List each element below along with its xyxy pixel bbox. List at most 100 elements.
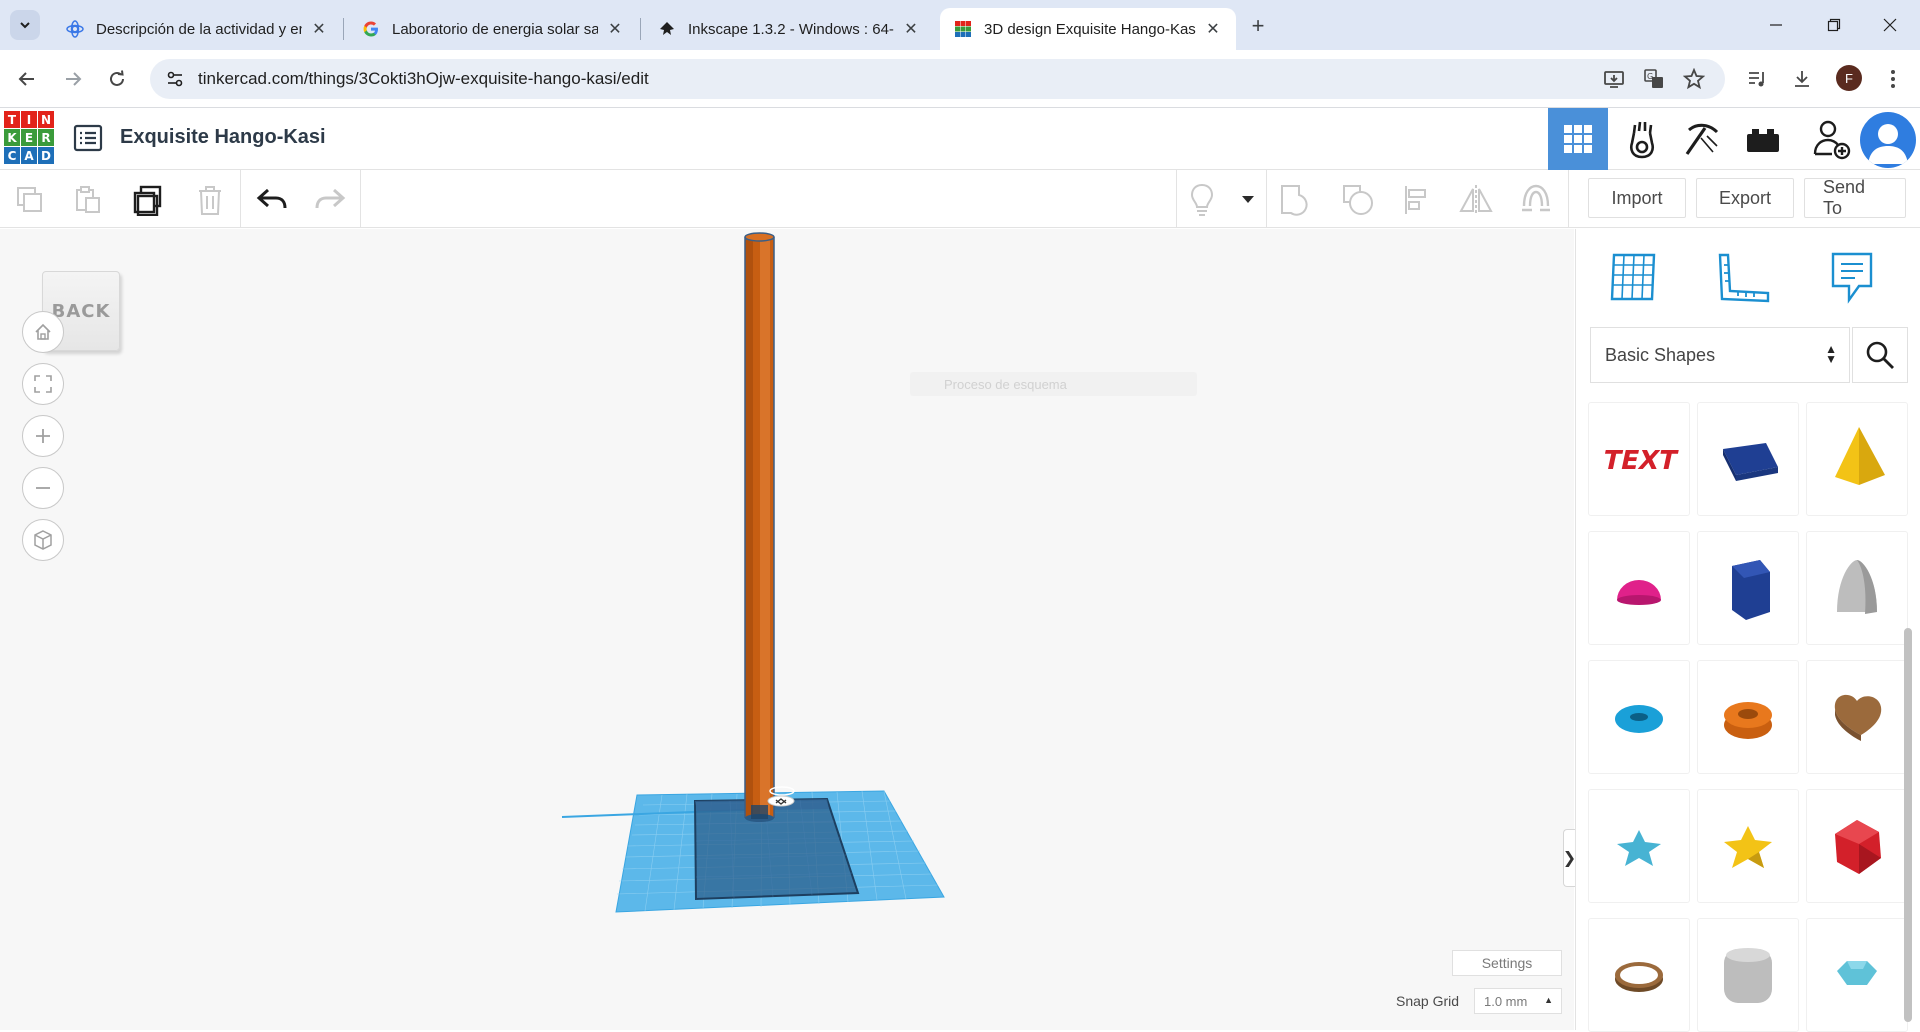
reload-button[interactable] — [100, 62, 134, 96]
trash-icon — [199, 186, 221, 215]
star-shape-tile[interactable] — [1588, 789, 1690, 903]
brick-mode-button[interactable] — [1672, 108, 1732, 170]
profile-avatar[interactable]: F — [1836, 65, 1862, 91]
browser-tab-1[interactable]: Descripción de la actividad y en ✕ — [52, 8, 342, 50]
tinkercad-logo[interactable]: TIN KER CAD — [4, 111, 56, 165]
browser-tab-2[interactable]: Laboratorio de energia solar sal ✕ — [348, 8, 638, 50]
3d-design-mode-button[interactable] — [1548, 108, 1608, 170]
browser-tab-4-active[interactable]: 3D design Exquisite Hango-Kas ✕ — [940, 8, 1236, 50]
close-tab-icon[interactable]: ✕ — [606, 20, 624, 38]
text-shape-tile[interactable]: TEXT — [1588, 402, 1690, 516]
ungroup-button[interactable] — [1340, 182, 1376, 218]
import-button[interactable]: Import — [1588, 178, 1686, 218]
inkscape-icon — [658, 20, 676, 38]
polygon-shape-tile[interactable] — [1697, 531, 1799, 645]
site-info-icon[interactable] — [160, 64, 190, 94]
minimize-button[interactable] — [1746, 0, 1806, 50]
heart-shape-tile[interactable] — [1806, 660, 1908, 774]
close-window-button[interactable] — [1860, 0, 1920, 50]
icosahedron-shape-tile[interactable] — [1806, 789, 1908, 903]
torus-shape-icon — [1615, 705, 1663, 733]
3d-scene[interactable] — [0, 229, 1574, 1030]
panel-scrollbar[interactable] — [1904, 628, 1912, 1022]
bookmark-star-icon[interactable] — [1681, 66, 1707, 92]
rounded-cube-shape-icon — [1724, 948, 1772, 1003]
paraboloid-shape-icon — [1837, 560, 1877, 614]
shape-category-select[interactable]: Basic Shapes ▲ ▼ — [1590, 327, 1850, 383]
grid-icon — [1564, 125, 1592, 153]
workplane-grid-icon — [1610, 253, 1656, 301]
restore-button[interactable] — [1804, 0, 1864, 50]
chevron-down-icon — [20, 22, 30, 29]
snap-grid-select[interactable]: 1.0 mm ▲ — [1474, 988, 1562, 1014]
close-tab-icon[interactable]: ✕ — [310, 20, 328, 38]
tab-title: 3D design Exquisite Hango-Kas — [984, 20, 1196, 38]
half-sphere-shape-tile[interactable] — [1588, 531, 1690, 645]
blocks-mode-button[interactable] — [1612, 108, 1672, 170]
redo-button[interactable] — [312, 182, 348, 218]
logo-letter: N — [38, 111, 54, 128]
cylinder-pole-shape[interactable] — [744, 232, 775, 822]
url-field[interactable]: tinkercad.com/things/3Cokti3hOjw-exquisi… — [150, 59, 1725, 99]
workplane-viewport[interactable]: BACK Proceso de esquema ❯ Settings Snap … — [0, 229, 1576, 1030]
box-shape-tile[interactable] — [1697, 402, 1799, 516]
user-avatar[interactable] — [1860, 112, 1916, 168]
updown-icon: ▲ ▼ — [1825, 342, 1837, 366]
mirror-button[interactable] — [1458, 182, 1494, 218]
faint-hint-toast: Proceso de esquema — [910, 372, 1197, 396]
add-user-icon — [1813, 120, 1851, 160]
close-tab-icon[interactable]: ✕ — [1204, 20, 1222, 38]
paraboloid-shape-tile[interactable] — [1806, 531, 1908, 645]
send-to-button[interactable]: Send To — [1804, 177, 1906, 218]
shape-search-button[interactable] — [1852, 327, 1908, 383]
design-list-button[interactable] — [72, 122, 104, 154]
undo-button[interactable] — [254, 182, 290, 218]
design-title[interactable]: Exquisite Hango-Kasi — [120, 126, 326, 149]
collapse-panel-button[interactable]: ❯ — [1563, 829, 1576, 887]
star-yellow-shape-icon — [1724, 826, 1772, 868]
group-button[interactable] — [1278, 182, 1314, 218]
tube-shape-tile[interactable] — [1697, 660, 1799, 774]
invite-user-button[interactable] — [1802, 108, 1862, 170]
ruler-tool-button[interactable] — [1714, 247, 1774, 307]
tab-title: Laboratorio de energia solar sal — [392, 20, 598, 38]
new-tab-button[interactable]: + — [1244, 12, 1272, 40]
torus-shape-tile[interactable] — [1588, 660, 1690, 774]
cruise-button[interactable] — [1518, 182, 1554, 218]
pyramid-shape-tile[interactable] — [1806, 402, 1908, 516]
forward-button[interactable] — [56, 62, 90, 96]
workplane-tool-button[interactable] — [1602, 247, 1662, 307]
export-button[interactable]: Export — [1696, 178, 1794, 218]
rounded-cube-shape-tile[interactable] — [1697, 918, 1799, 1032]
duplicate-button[interactable] — [130, 182, 166, 218]
downloads-icon[interactable] — [1789, 66, 1815, 92]
back-button[interactable] — [10, 62, 44, 96]
arrow-right-icon — [66, 72, 82, 86]
list-icon — [73, 124, 103, 152]
browser-tab-3[interactable]: Inkscape 1.3.2 - Windows : 64-b ✕ — [644, 8, 934, 50]
tab-search-button[interactable] — [10, 10, 40, 40]
search-icon — [1866, 341, 1894, 369]
translate-icon[interactable]: G — [1641, 66, 1667, 92]
notes-light-button[interactable] — [1184, 182, 1220, 218]
media-control-icon[interactable] — [1744, 66, 1770, 92]
align-button[interactable] — [1400, 182, 1436, 218]
box-shape-icon — [1723, 443, 1778, 481]
close-tab-icon[interactable]: ✕ — [902, 20, 920, 38]
toolbar-divider — [240, 170, 241, 228]
gem-shape-tile[interactable] — [1806, 918, 1908, 1032]
copy-button[interactable] — [12, 182, 48, 218]
star-yellow-shape-tile[interactable] — [1697, 789, 1799, 903]
more-menu-icon[interactable] — [1880, 66, 1906, 92]
shape-category-value: Basic Shapes — [1605, 344, 1716, 365]
logo-letter: C — [4, 147, 20, 164]
settings-button[interactable]: Settings — [1452, 950, 1562, 976]
notes-dropdown-button[interactable] — [1230, 182, 1266, 218]
paste-button[interactable] — [70, 182, 106, 218]
notes-tool-button[interactable] — [1822, 247, 1882, 307]
ring-shape-tile[interactable] — [1588, 918, 1690, 1032]
app-header: TIN KER CAD Exquisite Hango-Kasi — [0, 108, 1920, 170]
delete-button[interactable] — [192, 182, 228, 218]
install-app-icon[interactable] — [1601, 66, 1627, 92]
bricks-button[interactable] — [1733, 108, 1793, 170]
